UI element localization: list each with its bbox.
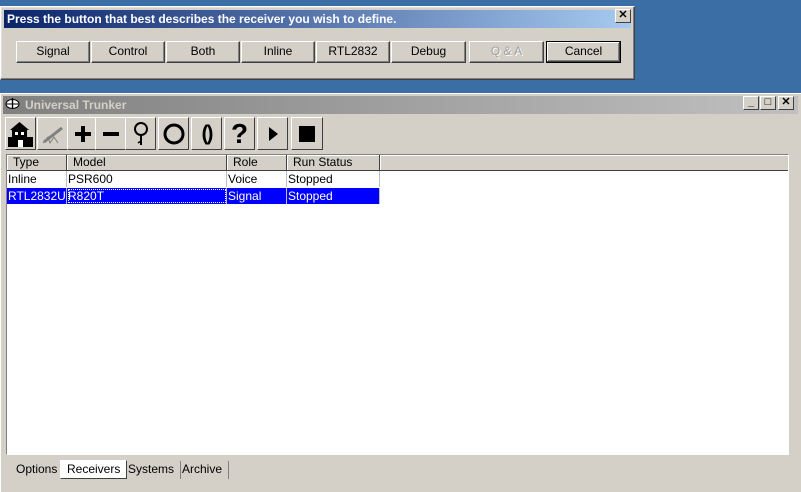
help-tool-button[interactable]: ?	[224, 117, 255, 150]
app-icon	[5, 98, 20, 109]
bottom-tabs: Options Receivers Systems Archive	[6, 460, 789, 480]
receivers-table: Type Model Role Run Status Inline PSR600…	[6, 154, 789, 455]
plus-icon	[74, 125, 91, 142]
cell-role: Signal	[227, 188, 287, 204]
play-tool-button[interactable]	[257, 117, 288, 150]
search-tool-button[interactable]	[125, 117, 156, 150]
column-header-model[interactable]: Model	[67, 155, 227, 171]
receiver-type-dialog: Press the button that best describes the…	[0, 6, 635, 80]
window-title: Universal Trunker	[25, 98, 127, 112]
maximize-button[interactable]: □	[760, 96, 776, 110]
cell-model: PSR600	[67, 171, 227, 187]
inline-button[interactable]: Inline	[241, 41, 315, 63]
stop-tool-button[interactable]	[291, 117, 323, 150]
edit-tool-button[interactable]	[37, 117, 68, 150]
receiver-house-icon	[8, 121, 33, 147]
signal-button[interactable]: Signal	[16, 41, 90, 63]
cell-type: RTL2832U	[8, 188, 67, 204]
qa-button: Q & A	[469, 41, 544, 63]
cell-run-status: Stopped	[287, 171, 380, 187]
column-header-type[interactable]: Type	[7, 155, 67, 171]
both-button[interactable]: Both	[166, 41, 240, 63]
control-button[interactable]: Control	[91, 41, 165, 63]
debug-button[interactable]: Debug	[391, 41, 466, 63]
dialog-close-button[interactable]: ✕	[615, 9, 631, 23]
magnifier-icon	[133, 121, 148, 145]
column-header-filler	[380, 155, 788, 171]
stop-icon	[299, 125, 315, 142]
edit-pencil-icon	[42, 126, 63, 144]
parentheses-icon: ()	[201, 121, 214, 145]
minus-icon	[102, 131, 119, 136]
window-close-button[interactable]: ✕	[778, 96, 794, 110]
column-header-run-status[interactable]: Run Status	[287, 155, 380, 171]
tab-receivers[interactable]: Receivers	[60, 460, 128, 479]
tab-systems[interactable]: Systems	[122, 461, 182, 479]
column-header-role[interactable]: Role	[227, 155, 287, 171]
add-tool-button[interactable]	[67, 117, 98, 150]
cell-run-status: Stopped	[287, 188, 380, 204]
cancel-button[interactable]: Cancel	[546, 41, 621, 63]
cell-model: R820T	[67, 188, 227, 204]
dialog-title: Press the button that best describes the…	[4, 10, 631, 28]
parentheses-tool-button[interactable]: ()	[191, 117, 222, 150]
rtl2832-button[interactable]: RTL2832	[316, 41, 390, 63]
window-titlebar: Universal Trunker	[3, 96, 798, 114]
play-icon	[268, 126, 278, 141]
universal-trunker-window: Universal Trunker _ □ ✕ () ? Type Model …	[0, 93, 801, 492]
remove-tool-button[interactable]	[95, 117, 126, 150]
tab-archive[interactable]: Archive	[176, 461, 230, 479]
minimize-button[interactable]: _	[743, 96, 759, 110]
question-icon: ?	[230, 117, 249, 149]
cell-type: Inline	[7, 171, 67, 187]
circle-tool-button[interactable]	[158, 117, 189, 150]
cell-role: Voice	[227, 171, 287, 187]
tab-options[interactable]: Options	[10, 461, 65, 479]
circle-icon	[163, 123, 184, 144]
add-receiver-tool-button[interactable]	[5, 117, 36, 150]
